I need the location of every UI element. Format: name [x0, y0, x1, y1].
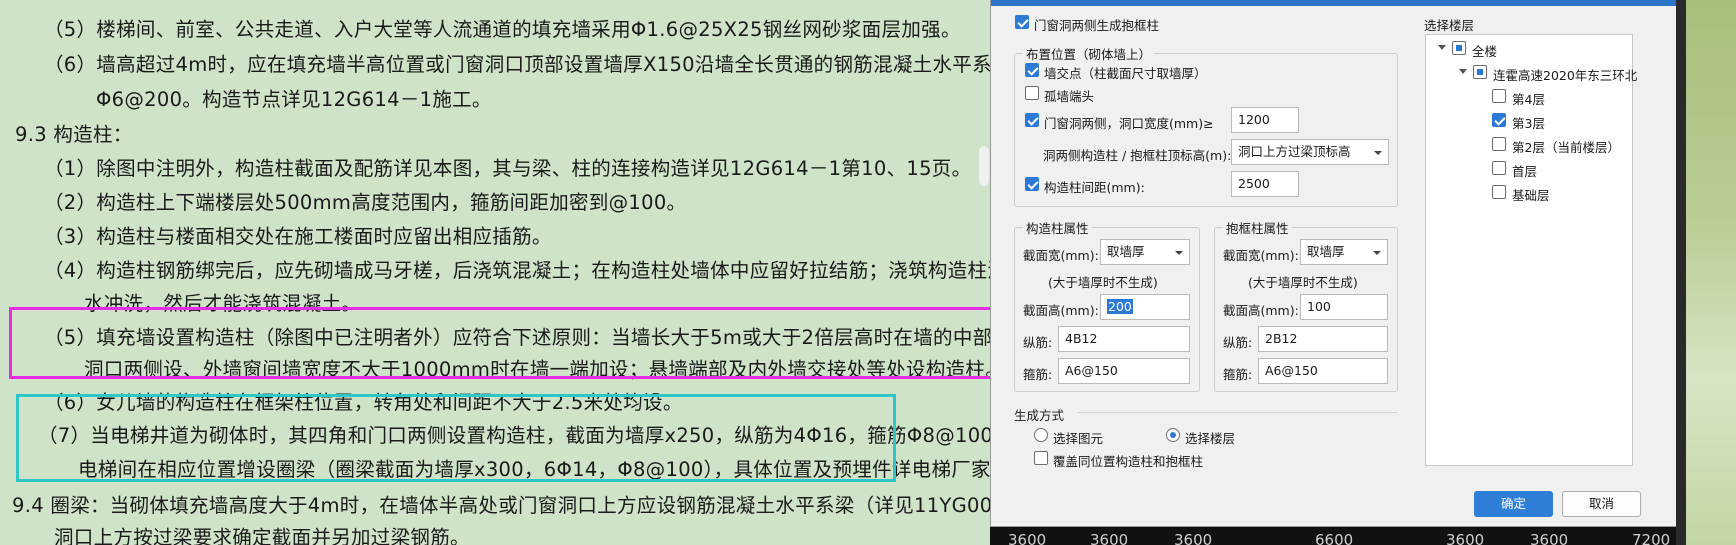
floor-root-checkbox[interactable]: [1452, 41, 1466, 55]
opening-sides-label: 门窗洞两侧，洞口宽度(mm)≥: [1044, 116, 1214, 131]
doc-line: 洞口上方按过梁要求确定截面并另加过梁钢筋。: [54, 526, 470, 545]
doc-heading-9-4: 9.4 圈梁：当砌体填充墙高度大于4m时，在墙体半高处或门窗洞口上方应设钢筋混凝…: [12, 494, 990, 517]
bkz-long-label: 纵筋:: [1223, 335, 1253, 350]
gzz-long-input[interactable]: 4B12: [1058, 326, 1190, 352]
gzz-note: (大于墙厚时不生成): [1048, 275, 1158, 290]
wall-intersection-label: 墙交点（柱截面尺寸取墙厚）: [1044, 66, 1207, 81]
cyan-highlight-box: [16, 394, 896, 482]
project-checkbox[interactable]: [1473, 65, 1487, 79]
doc-heading-9-3: 9.3 构造柱：: [15, 123, 133, 146]
dim-label: 3600: [1090, 531, 1129, 545]
gzz-height-value: 200: [1107, 299, 1133, 314]
bkz-width-select[interactable]: 取墙厚: [1300, 239, 1388, 265]
isolated-wall-end-checkbox[interactable]: [1025, 86, 1039, 100]
bkz-props-title: 抱框柱属性: [1226, 221, 1289, 236]
doc-line: （6）墙高超过4m时，应在填充墙半高位置或门窗洞口顶部设置墙厚X150沿墙全长贯…: [44, 53, 990, 76]
chevron-down-icon: [1374, 151, 1382, 155]
isolated-wall-end-label: 孤墙端头: [1044, 89, 1095, 104]
dim-label: 3600: [1446, 531, 1485, 545]
wall-intersection-checkbox[interactable]: [1025, 63, 1039, 77]
select-floor-label: 选择楼层: [1185, 431, 1236, 446]
magenta-highlight-box: [9, 307, 990, 379]
top-elevation-label: 洞两侧构造柱 / 抱框柱顶标高(m):: [1043, 148, 1232, 163]
gzz-height-input[interactable]: 200: [1100, 294, 1190, 320]
floor-3-checkbox[interactable]: [1492, 113, 1506, 127]
cad-dimension-strip: 3600 3600 3600 6600 3600 3600 7200: [990, 527, 1676, 545]
gzz-width-label: 截面宽(mm):: [1023, 248, 1099, 263]
top-elevation-select[interactable]: 洞口上方过梁顶标高: [1231, 139, 1389, 165]
auto-generate-column-dialog: 门窗洞两侧生成抱框柱 布置位置（砌体墙上） 墙交点（柱截面尺寸取墙厚） 孤墙端头…: [990, 0, 1676, 527]
expand-icon[interactable]: [1459, 69, 1467, 74]
cancel-button[interactable]: 取消: [1562, 491, 1641, 517]
bkz-long-input[interactable]: 2B12: [1258, 326, 1388, 352]
overwrite-label: 覆盖同位置构造柱和抱框柱: [1053, 454, 1204, 469]
bkz-note: (大于墙厚时不生成): [1248, 275, 1358, 290]
overwrite-checkbox[interactable]: [1034, 451, 1048, 465]
opening-width-input[interactable]: 1200: [1231, 107, 1299, 133]
floor-1-checkbox[interactable]: [1492, 161, 1506, 175]
column-spacing-input[interactable]: 2500: [1231, 171, 1299, 197]
ok-button[interactable]: 确定: [1474, 491, 1553, 517]
select-element-radio[interactable]: [1034, 428, 1048, 442]
doc-line: （3）构造柱与楼面相交处在施工楼面时应留出相应插筋。: [44, 225, 552, 248]
select-floor-radio[interactable]: [1166, 428, 1180, 442]
gen-mode-divider: [1077, 412, 1397, 413]
opening-sides-checkbox[interactable]: [1025, 113, 1039, 127]
bkz-height-input[interactable]: 100: [1300, 294, 1388, 320]
dim-label: 3600: [1530, 531, 1569, 545]
floor-tree: 全楼 连霍高速2020年东三环北 第4层 第3层 第2层（当前楼层） 首层 基础…: [1425, 34, 1637, 466]
gzz-long-label: 纵筋:: [1023, 335, 1053, 350]
document-viewer: （5）楼梯间、前室、公共走道、入户大堂等人流通道的填充墙采用Φ1.6@25X25…: [0, 0, 990, 545]
bkz-height-label: 截面高(mm):: [1223, 303, 1299, 318]
floor-root-label: 全楼: [1472, 44, 1498, 59]
bkz-width-label: 截面宽(mm):: [1223, 248, 1299, 263]
top-elevation-value: 洞口上方过梁顶标高: [1238, 144, 1351, 159]
gzz-width-select[interactable]: 取墙厚: [1100, 239, 1190, 265]
floors-title: 选择楼层: [1424, 18, 1475, 33]
floor-foundation-checkbox[interactable]: [1492, 185, 1506, 199]
chevron-down-icon: [1373, 251, 1381, 255]
gzz-stirrup-label: 箍筋:: [1023, 367, 1053, 382]
bkz-stirrup-input[interactable]: A6@150: [1258, 358, 1388, 384]
doc-line: （4）构造柱钢筋绑完后，应先砌墙成马牙槎，后浇筑混凝土；在构造柱处墙体中应留好拉…: [44, 259, 990, 282]
doc-line: （1）除图中注明外，构造柱截面及配筋详见本图，其与梁、柱的连接构造详见12G61…: [44, 157, 972, 180]
dim-label: 3600: [1008, 531, 1047, 545]
gzz-props-title: 构造柱属性: [1026, 221, 1089, 236]
dim-label: 6600: [1315, 531, 1354, 545]
gen-mode-title: 生成方式: [1014, 408, 1065, 423]
scrollbar-thumb[interactable]: [979, 146, 989, 186]
column-spacing-label: 构造柱间距(mm):: [1044, 180, 1145, 195]
gen-column-label: 门窗洞两侧生成抱框柱: [1034, 18, 1160, 33]
dim-label: 3600: [1174, 531, 1213, 545]
chevron-down-icon: [1175, 251, 1183, 255]
expand-icon[interactable]: [1438, 45, 1446, 50]
bkz-stirrup-label: 箍筋:: [1223, 367, 1253, 382]
doc-line: （2）构造柱上下端楼层处500mm高度范围内，箍筋间距加密到@100。: [44, 191, 687, 214]
floor-1-label: 首层: [1512, 164, 1538, 179]
doc-line: Φ6@200。构造节点详见12G614－1施工。: [96, 88, 492, 111]
floor-foundation-label: 基础层: [1512, 188, 1550, 203]
layout-group-title: 布置位置（砌体墙上）: [1026, 47, 1152, 62]
doc-line: （5）楼梯间、前室、公共走道、入户大堂等人流通道的填充墙采用Φ1.6@25X25…: [44, 18, 961, 41]
floor-2-label: 第2层（当前楼层）: [1512, 140, 1620, 155]
gzz-stirrup-input[interactable]: A6@150: [1058, 358, 1190, 384]
gzz-width-value: 取墙厚: [1107, 244, 1145, 259]
floor-3-label: 第3层: [1512, 116, 1545, 131]
floor-4-label: 第4层: [1512, 92, 1545, 107]
dim-label: 7200: [1632, 531, 1671, 545]
gzz-height-label: 截面高(mm):: [1023, 303, 1099, 318]
column-spacing-checkbox[interactable]: [1025, 177, 1039, 191]
gen-column-checkbox[interactable]: [1015, 15, 1029, 29]
floor-4-checkbox[interactable]: [1492, 89, 1506, 103]
desktop-background: [1676, 0, 1736, 545]
dialog-titlebar[interactable]: [991, 0, 1676, 6]
bkz-width-value: 取墙厚: [1307, 244, 1345, 259]
floor-2-checkbox[interactable]: [1492, 137, 1506, 151]
project-label: 连霍高速2020年东三环北: [1493, 68, 1638, 83]
select-element-label: 选择图元: [1053, 431, 1104, 446]
